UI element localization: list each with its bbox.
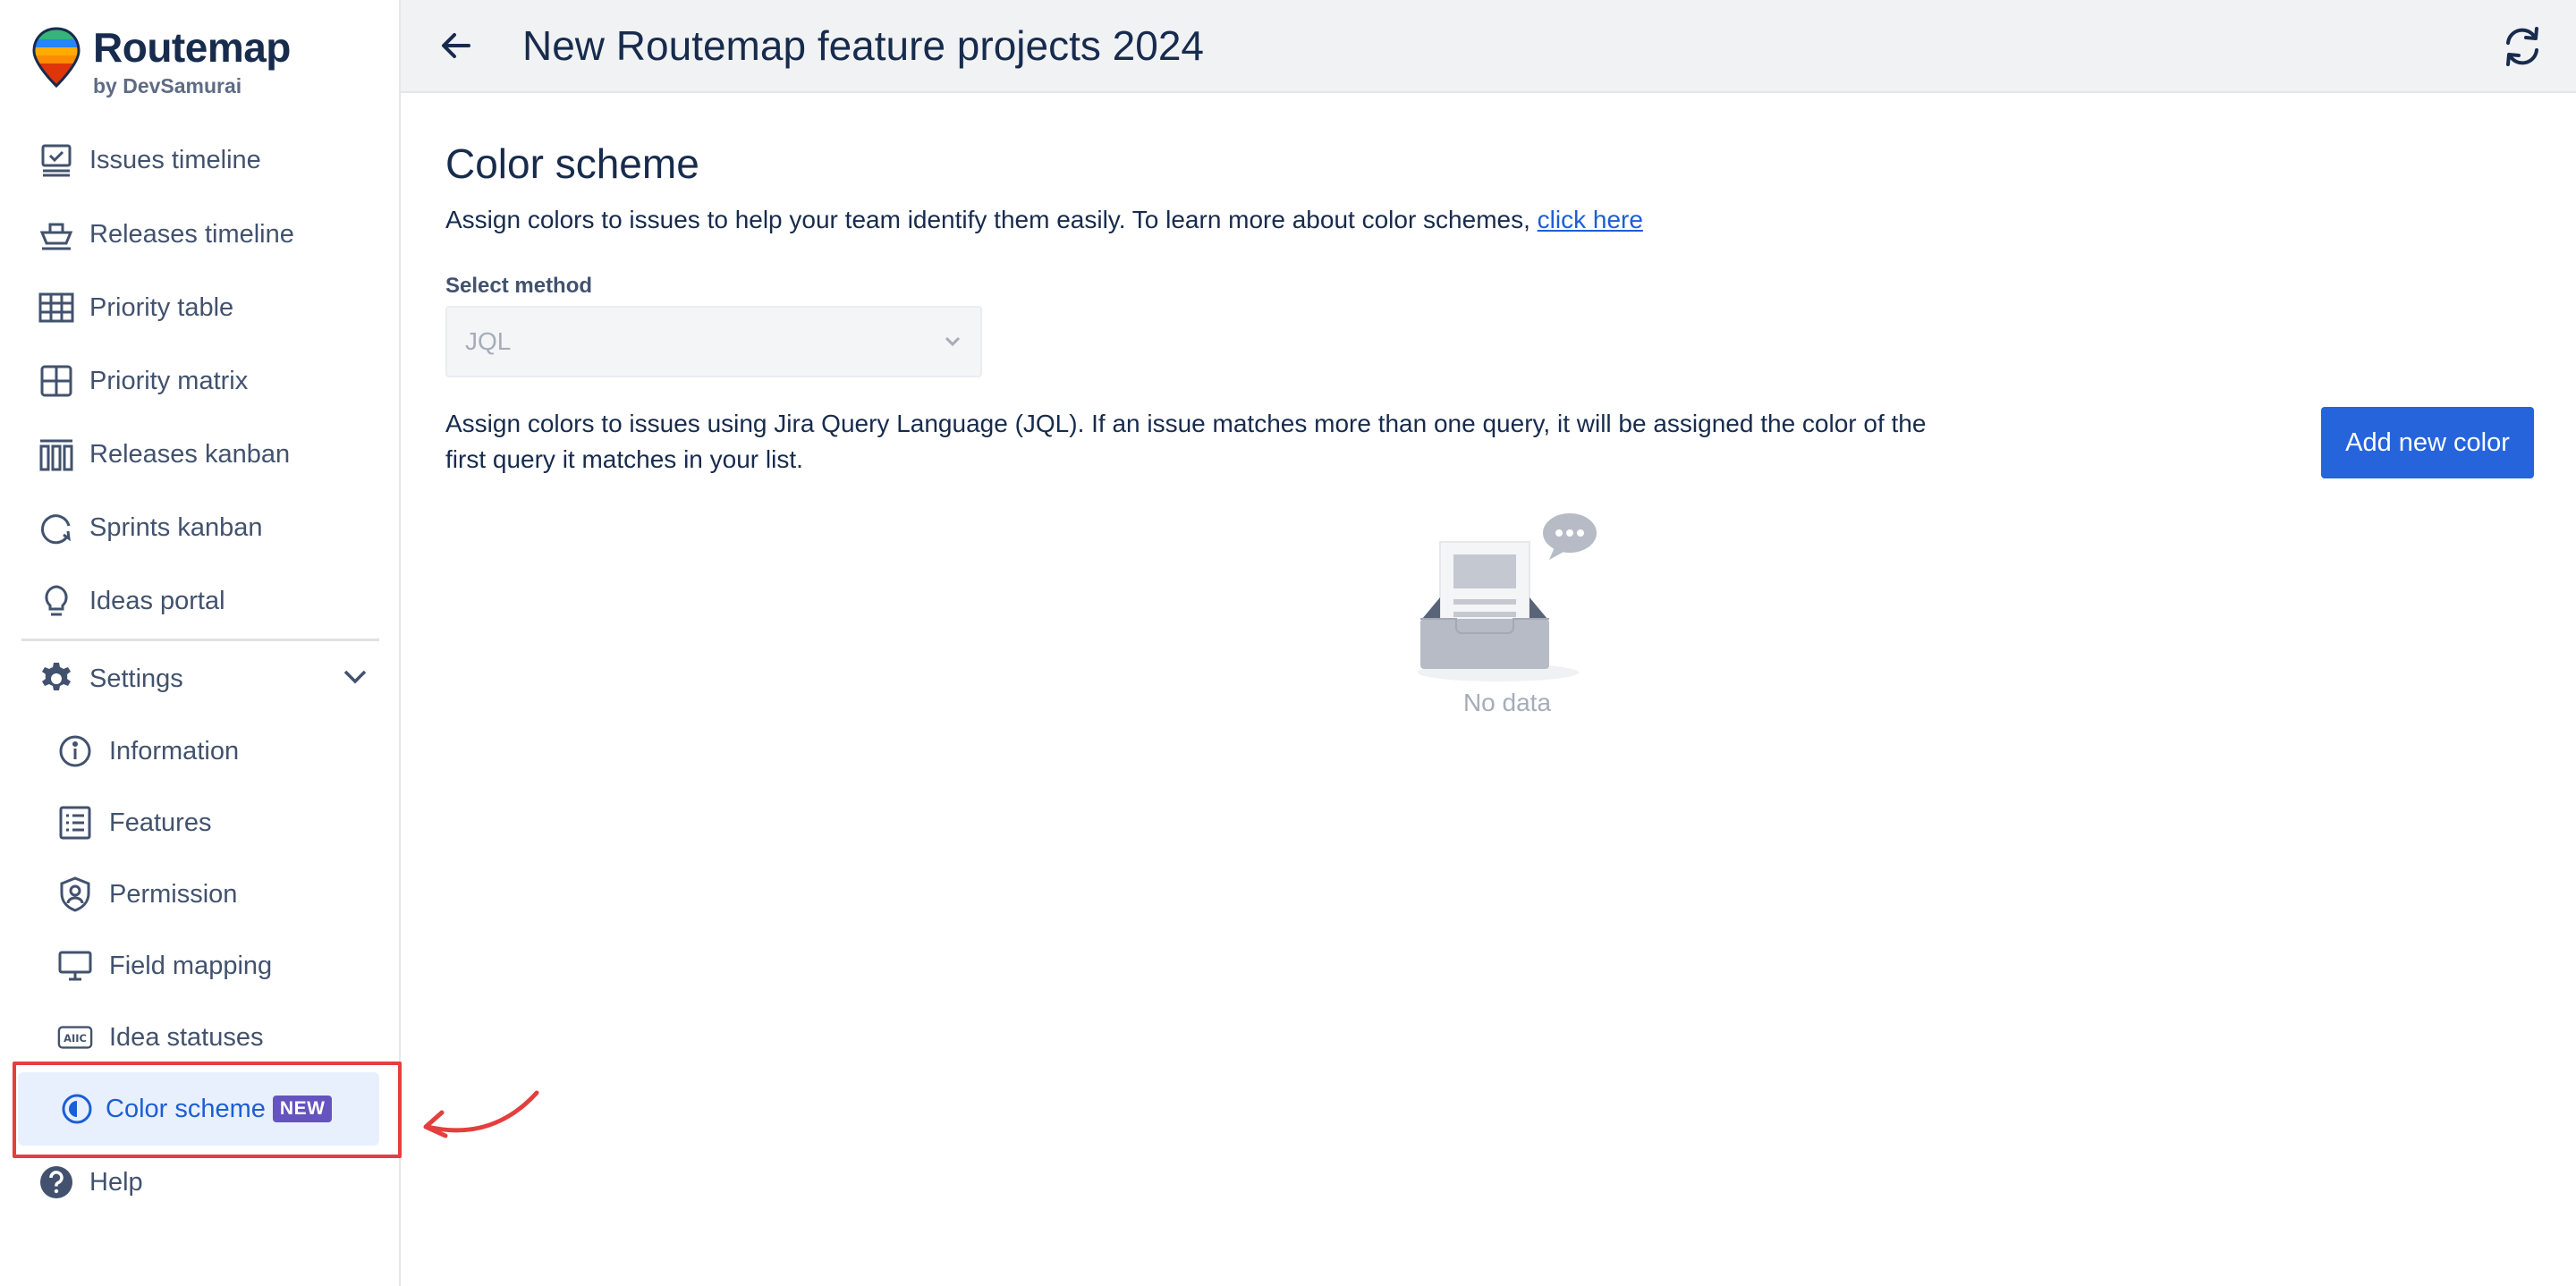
sidebar-item-settings[interactable]: Settings [21, 651, 379, 706]
brand-title: Routemap [93, 24, 291, 71]
sidebar-item-label: Issues timeline [89, 145, 261, 174]
sidebar-item-label: Ideas portal [89, 586, 225, 615]
monitor-icon [57, 948, 93, 984]
sidebar-item-help[interactable]: Help [21, 1155, 379, 1210]
new-badge: NEW [272, 1096, 333, 1122]
issues-timeline-icon [38, 141, 75, 179]
sync-icon [2506, 27, 2538, 66]
page-header: New Routemap feature projects 2024 [401, 0, 2576, 93]
sidebar-item-priority-matrix[interactable]: Priority matrix [21, 353, 379, 409]
settings-item-label: Color scheme [106, 1094, 266, 1123]
help-icon [38, 1163, 75, 1201]
kanban-icon [38, 436, 75, 473]
page-title: New Routemap feature projects 2024 [522, 22, 1204, 69]
settings-item-label: Field mapping [109, 951, 273, 980]
section-description: Assign colors to issues to help your tea… [445, 206, 1643, 234]
sidebar-item-issues-timeline[interactable]: Issues timeline [21, 132, 379, 188]
settings-item-permission[interactable]: Permission [57, 867, 379, 922]
jql-description: Assign colors to issues using Jira Query… [445, 410, 1927, 473]
sidebar-item-ideas-portal[interactable]: Ideas portal [21, 573, 379, 629]
settings-item-idea-statuses[interactable]: AIIC Idea statuses [57, 1010, 379, 1065]
brand-subtitle: by DevSamurai [93, 74, 242, 97]
select-method-label: Select method [445, 274, 593, 298]
lightbulb-icon [38, 582, 75, 620]
empty-inbox-icon [1418, 513, 1597, 681]
sidebar-item-label: Help [89, 1167, 143, 1197]
ship-icon [38, 216, 75, 253]
settings-item-color-scheme[interactable]: Color scheme NEW [18, 1072, 379, 1146]
settings-item-label: Idea statuses [109, 1022, 264, 1052]
grid-icon [38, 362, 75, 400]
sidebar-item-label: Priority table [89, 292, 234, 322]
sidebar-item-label: Priority matrix [89, 366, 249, 395]
chevron-down-icon[interactable] [342, 667, 369, 691]
main-content: Color scheme Assign colors to issues to … [402, 95, 2576, 1286]
sidebar-item-label: Releases kanban [89, 439, 291, 469]
chevron-down-icon [945, 336, 961, 347]
settings-item-label: Permission [109, 879, 238, 909]
list-icon [57, 805, 93, 841]
gear-icon [38, 660, 75, 698]
sidebar-item-label: Releases timeline [89, 219, 294, 249]
arrow-left-icon [442, 33, 470, 58]
select-method-dropdown[interactable]: JQL [445, 306, 982, 377]
settings-item-features[interactable]: Features [57, 795, 379, 850]
sprint-icon [38, 509, 75, 546]
sidebar-item-releases-kanban[interactable]: Releases kanban [21, 427, 379, 482]
shield-user-icon [57, 876, 93, 912]
empty-state-text: No data [1462, 689, 1552, 716]
back-button[interactable] [429, 19, 483, 72]
settings-item-information[interactable]: Information [57, 723, 379, 779]
select-method-value: JQL [465, 327, 512, 355]
learn-more-link[interactable]: click here [1538, 206, 1643, 233]
settings-item-label: Information [109, 736, 240, 766]
sidebar: Routemap by DevSamurai Issues timeline R… [0, 0, 401, 1286]
brand[interactable]: Routemap by DevSamurai [32, 25, 291, 98]
add-new-color-button[interactable]: Add new color [2321, 407, 2534, 478]
sidebar-item-label: Sprints kanban [89, 512, 263, 542]
sidebar-item-label: Settings [89, 664, 183, 693]
description-text: Assign colors to issues to help your tea… [445, 206, 1538, 233]
contrast-icon [59, 1091, 95, 1127]
sync-button[interactable] [2496, 20, 2549, 73]
settings-item-label: Features [109, 808, 212, 837]
info-icon [57, 733, 93, 769]
section-title: Color scheme [445, 140, 699, 187]
sidebar-item-releases-timeline[interactable]: Releases timeline [21, 207, 379, 262]
sidebar-divider [21, 639, 379, 641]
table-icon [38, 289, 75, 326]
svg-text:AIIC: AIIC [64, 1032, 87, 1045]
sidebar-item-sprints-kanban[interactable]: Sprints kanban [21, 500, 379, 555]
status-tag-icon: AIIC [57, 1019, 93, 1055]
sidebar-item-priority-table[interactable]: Priority table [21, 280, 379, 335]
routemap-logo-icon [32, 27, 80, 88]
settings-item-field-mapping[interactable]: Field mapping [57, 938, 379, 994]
